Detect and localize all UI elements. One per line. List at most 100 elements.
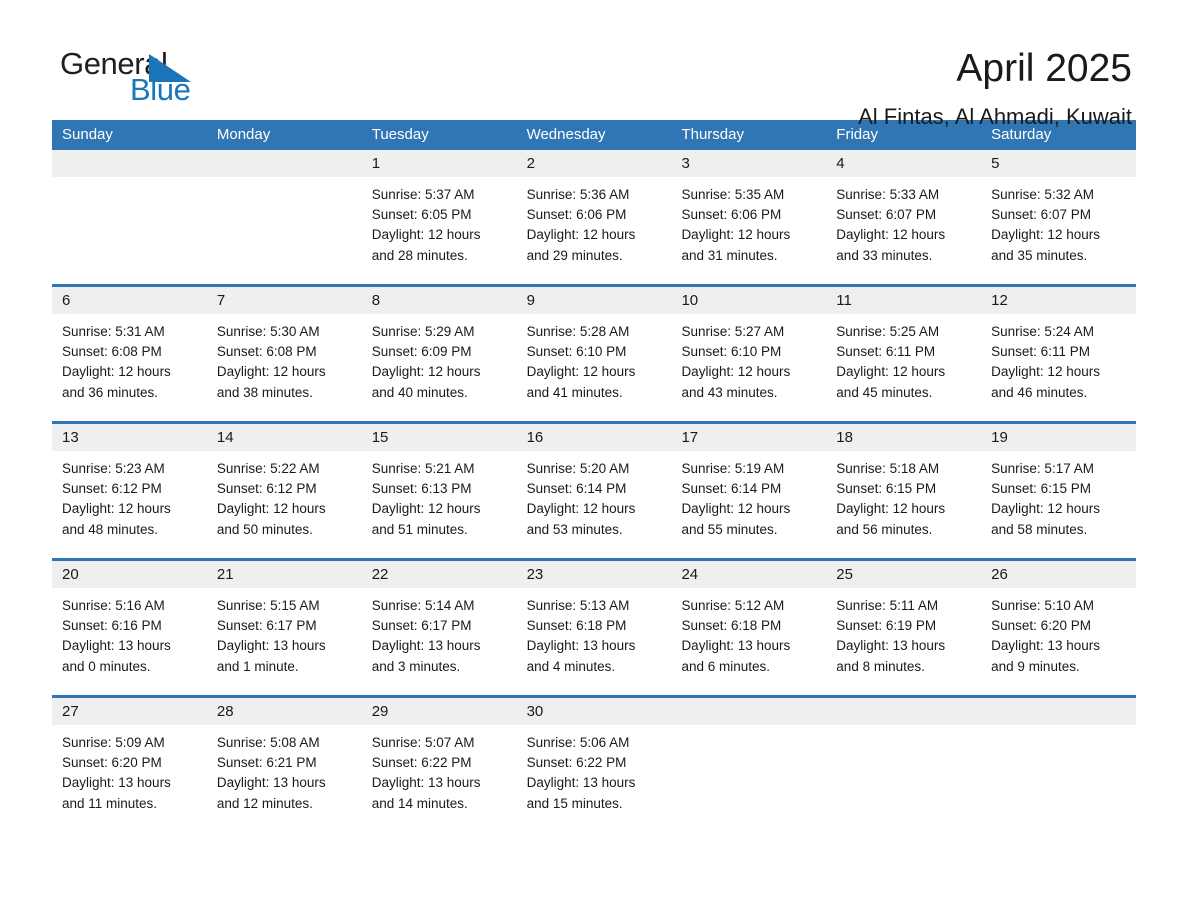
daylight-text-line2: and 0 minutes. [62, 658, 151, 674]
day-number[interactable]: 22 [362, 561, 517, 588]
day-number[interactable]: 28 [207, 698, 362, 725]
day-number[interactable]: 1 [362, 150, 517, 177]
sunrise-text: Sunrise: 5:36 AM [526, 187, 630, 202]
day-number[interactable]: 15 [362, 424, 517, 451]
day-cell[interactable]: Sunrise: 5:10 AM Sunset: 6:20 PM Dayligh… [981, 588, 1136, 695]
day-cell[interactable]: Sunrise: 5:28 AM Sunset: 6:10 PM Dayligh… [517, 314, 672, 421]
day-number[interactable]: 18 [826, 424, 981, 451]
day-number[interactable] [671, 698, 826, 725]
daylight-text-line2: and 4 minutes. [526, 658, 616, 674]
day-cell[interactable]: Sunrise: 5:25 AM Sunset: 6:11 PM Dayligh… [826, 314, 981, 421]
day-cell[interactable]: Sunrise: 5:17 AM Sunset: 6:15 PM Dayligh… [981, 451, 1136, 558]
sunset-text: Sunset: 6:18 PM [526, 618, 627, 634]
day-cell[interactable]: Sunrise: 5:06 AM Sunset: 6:22 PM Dayligh… [517, 725, 672, 832]
day-number[interactable]: 10 [671, 287, 826, 314]
day-cell[interactable]: Sunrise: 5:12 AM Sunset: 6:18 PM Dayligh… [671, 588, 826, 695]
day-number[interactable] [207, 150, 362, 177]
daylight-text-line2: and 9 minutes. [991, 658, 1080, 674]
day-cell[interactable]: Sunrise: 5:22 AM Sunset: 6:12 PM Dayligh… [207, 451, 362, 558]
day-cell[interactable]: Sunrise: 5:37 AM Sunset: 6:05 PM Dayligh… [362, 177, 517, 284]
sunset-text: Sunset: 6:17 PM [371, 618, 472, 634]
sunrise-text: Sunrise: 5:31 AM [62, 324, 165, 339]
day-cell[interactable]: Sunrise: 5:36 AM Sunset: 6:06 PM Dayligh… [517, 177, 672, 284]
day-cell[interactable]: Sunrise: 5:16 AM Sunset: 6:16 PM Dayligh… [52, 588, 207, 695]
day-number[interactable]: 3 [671, 150, 826, 177]
sunset-text: Sunset: 6:20 PM [62, 755, 162, 771]
sunrise-text: Sunrise: 5:18 AM [836, 461, 940, 476]
day-cell[interactable] [207, 177, 362, 284]
daylight-text-line2: and 8 minutes. [836, 658, 925, 674]
day-number[interactable]: 9 [517, 287, 672, 314]
day-cell[interactable]: Sunrise: 5:30 AM Sunset: 6:08 PM Dayligh… [207, 314, 362, 421]
day-number[interactable]: 5 [981, 150, 1136, 177]
day-number[interactable]: 30 [517, 698, 672, 725]
sunset-text: Sunset: 6:07 PM [991, 207, 1091, 223]
day-number[interactable]: 24 [671, 561, 826, 588]
day-cell[interactable]: Sunrise: 5:13 AM Sunset: 6:18 PM Dayligh… [517, 588, 672, 695]
day-number[interactable]: 16 [517, 424, 672, 451]
day-number[interactable]: 4 [826, 150, 981, 177]
week-date-number-band: 13 14 15 16 17 18 19 [52, 424, 1136, 451]
daylight-text-line2: and 6 minutes. [681, 658, 770, 674]
day-cell[interactable]: Sunrise: 5:35 AM Sunset: 6:06 PM Dayligh… [671, 177, 826, 284]
day-number[interactable]: 13 [52, 424, 207, 451]
day-number[interactable]: 25 [826, 561, 981, 588]
day-number[interactable]: 26 [981, 561, 1136, 588]
sunset-text: Sunset: 6:10 PM [681, 344, 782, 360]
day-number[interactable]: 27 [52, 698, 207, 725]
sunrise-text: Sunrise: 5:10 AM [991, 598, 1094, 613]
day-cell[interactable] [671, 725, 826, 832]
day-cell[interactable]: Sunrise: 5:33 AM Sunset: 6:07 PM Dayligh… [826, 177, 981, 284]
day-number[interactable]: 12 [981, 287, 1136, 314]
day-number[interactable]: 7 [207, 287, 362, 314]
sunset-text: Sunset: 6:09 PM [371, 344, 472, 360]
day-number[interactable]: 6 [52, 287, 207, 314]
day-cell[interactable]: Sunrise: 5:21 AM Sunset: 6:13 PM Dayligh… [362, 451, 517, 558]
day-cell[interactable]: Sunrise: 5:23 AM Sunset: 6:12 PM Dayligh… [52, 451, 207, 558]
day-cell[interactable]: Sunrise: 5:11 AM Sunset: 6:19 PM Dayligh… [826, 588, 981, 695]
day-cell[interactable]: Sunrise: 5:18 AM Sunset: 6:15 PM Dayligh… [826, 451, 981, 558]
day-cell[interactable] [52, 177, 207, 284]
daylight-text-line2: and 51 minutes. [371, 521, 468, 537]
daylight-text-line2: and 31 minutes. [681, 247, 778, 263]
daylight-text-line1: Daylight: 12 hours [681, 501, 791, 517]
day-cell[interactable]: Sunrise: 5:15 AM Sunset: 6:17 PM Dayligh… [207, 588, 362, 695]
daylight-text-line1: Daylight: 12 hours [836, 227, 946, 243]
day-number[interactable]: 20 [52, 561, 207, 588]
day-number[interactable]: 11 [826, 287, 981, 314]
logo-text-blue: Blue [130, 72, 191, 107]
day-number[interactable]: 8 [362, 287, 517, 314]
day-number[interactable]: 21 [207, 561, 362, 588]
calendar-week-row: 6 7 8 9 10 11 12 Sunrise: 5:31 AM Sunset… [52, 284, 1136, 421]
day-cell[interactable]: Sunrise: 5:24 AM Sunset: 6:11 PM Dayligh… [981, 314, 1136, 421]
day-number[interactable] [981, 698, 1136, 725]
daylight-text-line1: Daylight: 12 hours [62, 501, 171, 517]
day-cell[interactable]: Sunrise: 5:09 AM Sunset: 6:20 PM Dayligh… [52, 725, 207, 832]
day-cell[interactable]: Sunrise: 5:27 AM Sunset: 6:10 PM Dayligh… [671, 314, 826, 421]
day-cell[interactable]: Sunrise: 5:19 AM Sunset: 6:14 PM Dayligh… [671, 451, 826, 558]
day-cell[interactable]: Sunrise: 5:32 AM Sunset: 6:07 PM Dayligh… [981, 177, 1136, 284]
day-cell[interactable] [981, 725, 1136, 832]
day-cell[interactable]: Sunrise: 5:08 AM Sunset: 6:21 PM Dayligh… [207, 725, 362, 832]
sunset-text: Sunset: 6:17 PM [216, 618, 317, 634]
page-title: April 2025 [956, 47, 1132, 90]
day-number[interactable]: 19 [981, 424, 1136, 451]
generalblue-logo[interactable]: General Blue [52, 46, 202, 112]
day-cell[interactable]: Sunrise: 5:31 AM Sunset: 6:08 PM Dayligh… [52, 314, 207, 421]
day-number[interactable]: 2 [517, 150, 672, 177]
day-number[interactable] [52, 150, 207, 177]
daylight-text-line2: and 46 minutes. [991, 384, 1088, 400]
weekday-header-tuesday: Tuesday [371, 126, 429, 143]
day-cell[interactable] [826, 725, 981, 832]
day-cell[interactable]: Sunrise: 5:29 AM Sunset: 6:09 PM Dayligh… [362, 314, 517, 421]
day-number[interactable]: 14 [207, 424, 362, 451]
day-number[interactable]: 23 [517, 561, 672, 588]
daylight-text-line2: and 41 minutes. [526, 384, 623, 400]
sunrise-text: Sunrise: 5:22 AM [216, 461, 320, 476]
day-number[interactable]: 17 [671, 424, 826, 451]
day-cell[interactable]: Sunrise: 5:07 AM Sunset: 6:22 PM Dayligh… [362, 725, 517, 832]
day-cell[interactable]: Sunrise: 5:14 AM Sunset: 6:17 PM Dayligh… [362, 588, 517, 695]
day-number[interactable]: 29 [362, 698, 517, 725]
day-number[interactable] [826, 698, 981, 725]
day-cell[interactable]: Sunrise: 5:20 AM Sunset: 6:14 PM Dayligh… [517, 451, 672, 558]
